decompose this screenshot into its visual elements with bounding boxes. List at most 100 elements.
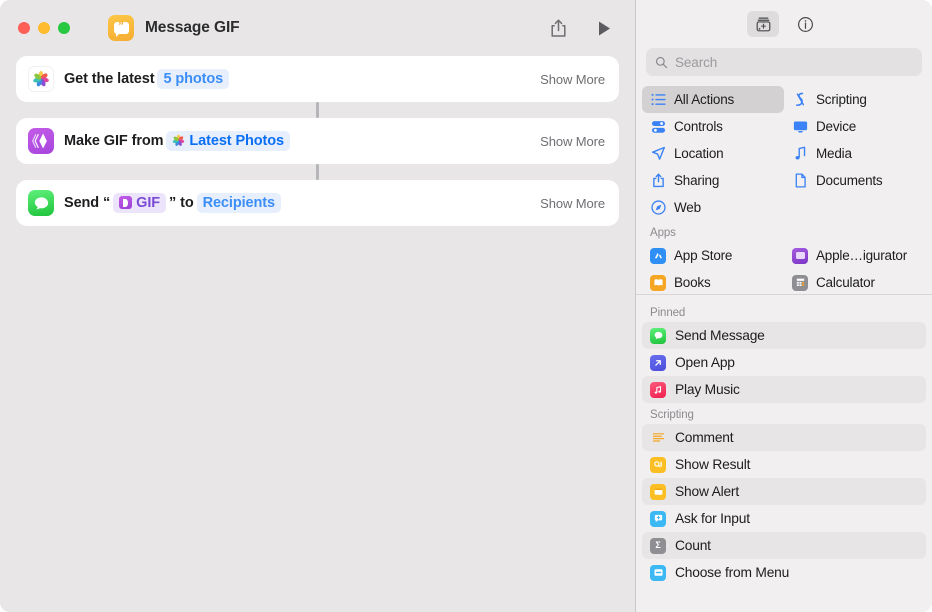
action-prefix: Send “ — [64, 194, 111, 211]
messages-icon — [650, 327, 666, 344]
traffic-lights — [18, 22, 70, 34]
gif-mini-icon — [119, 196, 133, 210]
search-placeholder: Search — [675, 54, 718, 70]
device-icon — [792, 120, 808, 134]
section-header-pinned: Pinned — [650, 307, 686, 319]
category-device[interactable]: Device — [784, 113, 926, 140]
music-icon — [650, 381, 666, 398]
app-store-icon — [650, 247, 666, 264]
action-library-icon[interactable] — [747, 11, 779, 37]
apple-configurator-icon — [792, 247, 808, 264]
documents-icon — [792, 173, 808, 188]
library-item-count[interactable]: Σ Count — [642, 532, 926, 559]
library-item-label: Count — [675, 538, 711, 553]
category-scripting[interactable]: Scripting — [784, 86, 926, 113]
library-item-open-app[interactable]: Open App — [642, 349, 926, 376]
shortcuts-window: ” Message GIF Get the latest 5 photos Sh… — [0, 0, 932, 612]
calculator-icon — [792, 274, 808, 291]
messages-icon — [28, 190, 54, 216]
token-label: GIF — [136, 194, 161, 211]
open-app-icon — [650, 354, 666, 371]
app-label: Books — [674, 275, 711, 290]
show-alert-icon — [650, 483, 666, 500]
pinned-and-scripting-list[interactable]: Pinned Send Message Open App Play Music — [636, 295, 932, 612]
category-label: Controls — [674, 119, 723, 134]
comment-icon — [650, 430, 666, 446]
category-sharing[interactable]: Sharing — [642, 167, 784, 194]
minimize-button[interactable] — [38, 22, 50, 34]
token-label: Latest Photos — [189, 132, 284, 149]
app-label: App Store — [674, 248, 733, 263]
parameter-token-photo-count[interactable]: 5 photos — [157, 68, 230, 90]
search-row: Search — [636, 48, 932, 76]
library-item-show-result[interactable]: Show Result — [642, 451, 926, 478]
categories-scroll-area[interactable]: All Actions Scripting Controls Device Lo… — [636, 76, 932, 294]
library-item-label: Show Result — [675, 457, 751, 472]
category-label: All Actions — [674, 92, 735, 107]
category-label: Device — [816, 119, 857, 134]
category-grid: All Actions Scripting Controls Device Lo… — [636, 86, 932, 221]
category-label: Scripting — [816, 92, 867, 107]
parameter-token-recipients[interactable]: Recipients — [196, 192, 281, 214]
window-titlebar: ” Message GIF — [0, 0, 635, 56]
library-item-label: Send Message — [675, 328, 765, 343]
count-icon: Σ — [650, 537, 666, 554]
category-label: Location — [674, 146, 724, 161]
action-prefix: Make GIF from — [64, 132, 164, 149]
action-text: Make GIF from Latest Photos — [64, 130, 293, 152]
photos-icon — [28, 66, 54, 92]
category-media[interactable]: Media — [784, 140, 926, 167]
action-text: Send “ GIF ” to Recipients — [64, 192, 284, 214]
app-item-apple-configurator[interactable]: Apple…igurator — [784, 242, 926, 269]
show-more-button[interactable]: Show More — [540, 134, 605, 149]
action-library-pane: Search All Actions Scripting Controls De… — [636, 0, 932, 612]
show-more-button[interactable]: Show More — [540, 72, 605, 87]
action-mid-text: ” to — [169, 194, 194, 211]
category-documents[interactable]: Documents — [784, 167, 926, 194]
app-label: Calculator — [816, 275, 875, 290]
location-icon — [650, 146, 666, 161]
share-icon[interactable] — [543, 15, 573, 41]
choose-menu-icon — [650, 564, 666, 581]
photos-mini-icon — [172, 134, 185, 147]
close-button[interactable] — [18, 22, 30, 34]
search-icon — [655, 56, 668, 69]
search-input[interactable]: Search — [646, 48, 922, 76]
category-location[interactable]: Location — [642, 140, 784, 167]
library-item-send-message[interactable]: Send Message — [642, 322, 926, 349]
library-item-ask-for-input[interactable]: Ask for Input — [642, 505, 926, 532]
action-text: Get the latest 5 photos — [64, 68, 232, 90]
parameter-token-gif[interactable]: GIF — [113, 192, 167, 214]
action-card-make-gif[interactable]: Make GIF from Latest Photos Show More — [16, 118, 619, 164]
ask-input-icon — [650, 510, 666, 527]
info-icon[interactable] — [789, 11, 821, 37]
web-icon — [650, 200, 666, 215]
actions-list: Get the latest 5 photos Show More Make G… — [0, 56, 635, 226]
library-item-show-alert[interactable]: Show Alert — [642, 478, 926, 505]
app-item-app-store[interactable]: App Store — [642, 242, 784, 269]
category-label: Documents — [816, 173, 883, 188]
app-item-calculator[interactable]: Calculator — [784, 269, 926, 294]
app-item-books[interactable]: Books — [642, 269, 784, 294]
sharing-icon — [650, 173, 666, 188]
action-card-send-message[interactable]: Send “ GIF ” to Recipients Show More — [16, 180, 619, 226]
library-item-play-music[interactable]: Play Music — [642, 376, 926, 403]
zoom-button[interactable] — [58, 22, 70, 34]
action-card-get-latest-photos[interactable]: Get the latest 5 photos Show More — [16, 56, 619, 102]
library-item-choose-from-menu[interactable]: Choose from Menu — [642, 559, 926, 586]
library-item-label: Ask for Input — [675, 511, 750, 526]
library-item-comment[interactable]: Comment — [642, 424, 926, 451]
category-controls[interactable]: Controls — [642, 113, 784, 140]
media-icon — [792, 146, 808, 161]
show-more-button[interactable]: Show More — [540, 196, 605, 211]
show-result-icon — [650, 456, 666, 473]
category-label: Media — [816, 146, 852, 161]
parameter-token-latest-photos[interactable]: Latest Photos — [166, 130, 290, 152]
run-shortcut-button[interactable] — [589, 15, 619, 41]
library-item-label: Comment — [675, 430, 734, 445]
library-toolbar — [636, 0, 932, 48]
library-item-label: Show Alert — [675, 484, 739, 499]
category-all-actions[interactable]: All Actions — [642, 86, 784, 113]
section-header-apps: Apps — [650, 227, 676, 239]
category-web[interactable]: Web — [642, 194, 784, 221]
